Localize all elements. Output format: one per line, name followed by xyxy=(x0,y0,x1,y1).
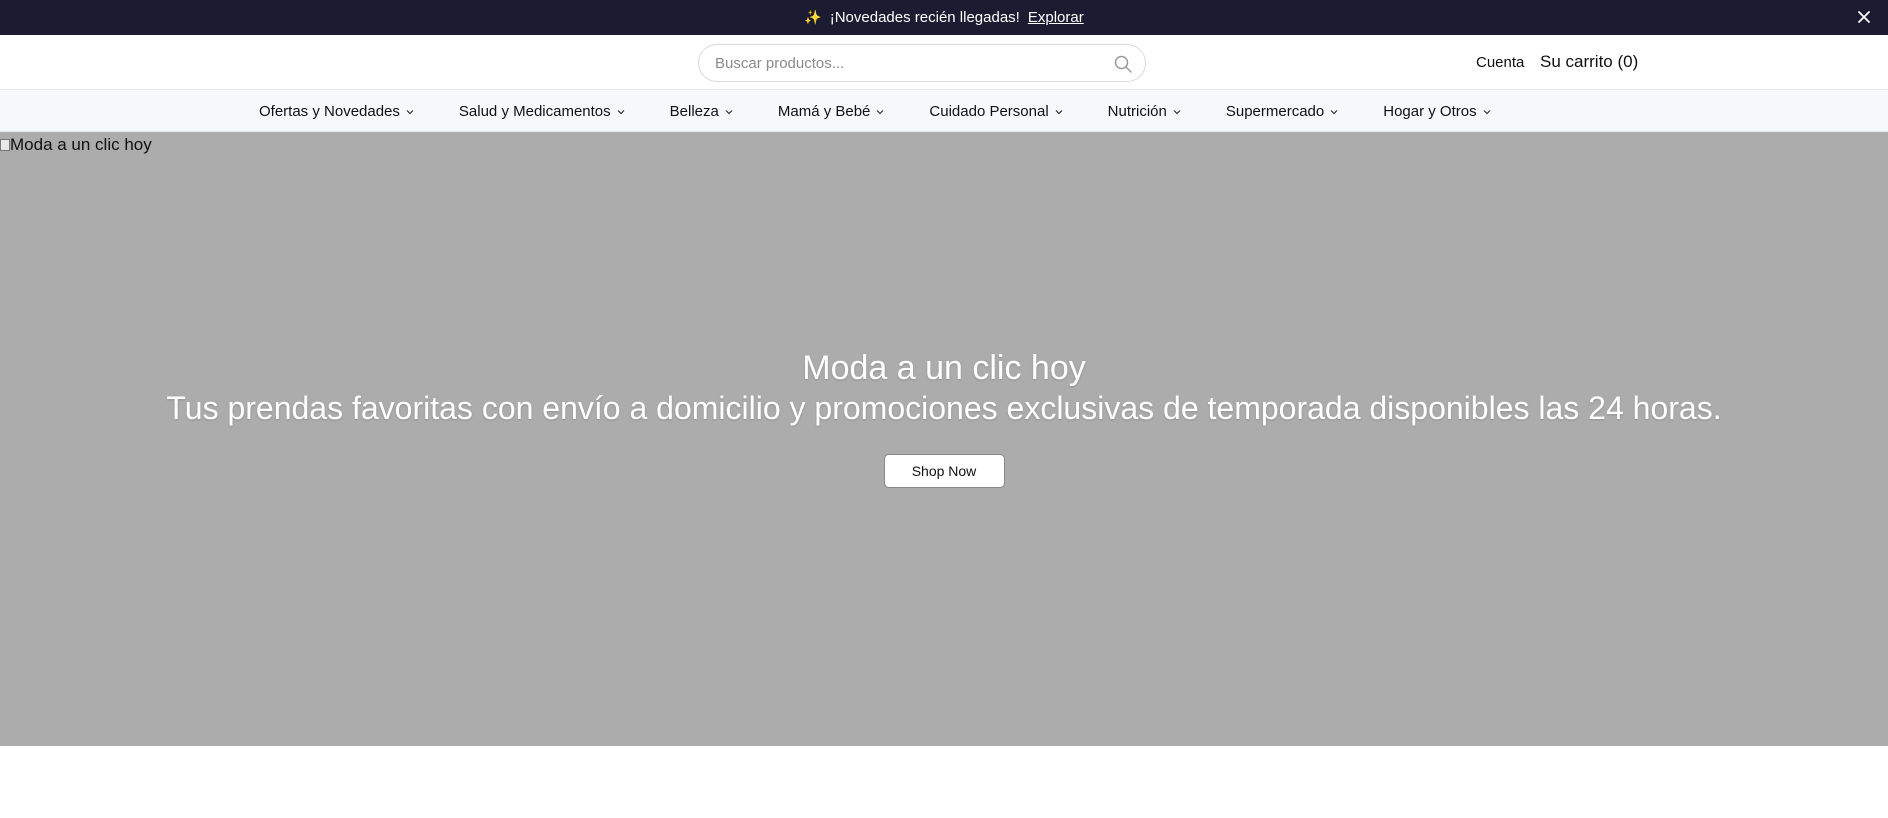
nav-item-label: Supermercado xyxy=(1225,103,1325,120)
nav-item-label: Salud y Medicamentos xyxy=(458,103,611,120)
chevron-down-icon xyxy=(1055,109,1063,114)
announcement-bar: ✨ ¡Novedades recién llegadas! Explorar xyxy=(0,0,1888,35)
nav-item-label: Belleza xyxy=(669,103,719,120)
nav-item-label: Nutrición xyxy=(1107,103,1167,120)
nav-item-nutricion[interactable]: Nutrición xyxy=(1108,103,1182,120)
nav-item-belleza[interactable]: Belleza xyxy=(670,103,734,120)
account-link[interactable]: Cuenta xyxy=(1476,54,1524,71)
nav-list: Ofertas y Novedades Salud y Medicamentos… xyxy=(259,91,1536,132)
nav-item-salud[interactable]: Salud y Medicamentos xyxy=(459,103,626,120)
hero-image-alt: Moda a un clic hoy xyxy=(0,135,152,155)
nav-item-mama-bebe[interactable]: Mamá y Bebé xyxy=(778,103,886,120)
nav-item-cuidado-personal[interactable]: Cuidado Personal xyxy=(929,103,1063,120)
hero-image-alt-text: Moda a un clic hoy xyxy=(10,135,152,154)
search-icon[interactable] xyxy=(1113,54,1133,74)
hero-content: Moda a un clic hoy Tus prendas favoritas… xyxy=(0,348,1888,488)
nav-item-ofertas[interactable]: Ofertas y Novedades xyxy=(259,103,415,120)
site-header: Cuenta Su carrito (0) xyxy=(0,35,1888,90)
chevron-down-icon xyxy=(406,109,414,114)
chevron-down-icon xyxy=(1173,109,1181,114)
nav-item-label: Mamá y Bebé xyxy=(777,103,871,120)
hero-banner: Moda a un clic hoy Moda a un clic hoy Tu… xyxy=(0,132,1888,746)
shop-now-button[interactable]: Shop Now xyxy=(883,454,1005,488)
announcement-explore-link[interactable]: Explorar xyxy=(1028,9,1084,26)
nav-item-label: Cuidado Personal xyxy=(929,103,1049,120)
nav-item-label: Ofertas y Novedades xyxy=(259,103,400,120)
hero-heading: Moda a un clic hoy xyxy=(802,349,1086,387)
nav-item-supermercado[interactable]: Supermercado xyxy=(1226,103,1339,120)
search-input[interactable] xyxy=(715,54,1095,72)
cart-link[interactable]: Su carrito (0) xyxy=(1540,52,1638,72)
announcement-message: ¡Novedades recién llegadas! xyxy=(829,9,1020,26)
main-nav: Ofertas y Novedades Salud y Medicamentos… xyxy=(0,91,1888,132)
chevron-down-icon xyxy=(725,109,733,114)
search-bar xyxy=(698,44,1146,82)
nav-item-hogar[interactable]: Hogar y Otros xyxy=(1383,103,1491,120)
sparkle-icon: ✨ xyxy=(804,9,822,25)
chevron-down-icon xyxy=(876,109,884,114)
broken-image-icon xyxy=(0,139,10,151)
close-icon[interactable] xyxy=(1854,7,1874,27)
chevron-down-icon xyxy=(1330,109,1338,114)
chevron-down-icon xyxy=(1483,109,1491,114)
hero-subheading: Tus prendas favoritas con envío a domici… xyxy=(166,390,1722,426)
chevron-down-icon xyxy=(617,109,625,114)
nav-item-label: Hogar y Otros xyxy=(1383,103,1477,120)
